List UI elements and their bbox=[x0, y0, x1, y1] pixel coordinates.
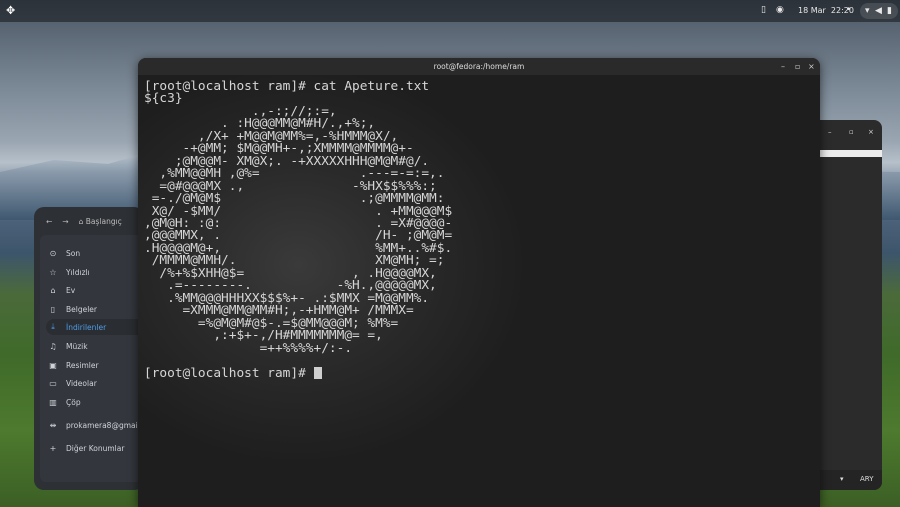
sidebar-item-label: Müzik bbox=[66, 341, 88, 351]
sidebar-item-other-locations[interactable]: + Diğer Konumlar bbox=[46, 440, 144, 456]
window-title: root@fedora:/home/ram bbox=[433, 62, 525, 71]
terminal-window[interactable]: root@fedora:/home/ram – ▫ × [root@localh… bbox=[138, 58, 820, 507]
minimize-icon[interactable]: – bbox=[781, 58, 785, 75]
cursor bbox=[313, 367, 322, 380]
terminal-body[interactable]: [root@localhost ram]# cat Apeture.txt ${c… bbox=[138, 75, 820, 507]
chevron-down-icon[interactable]: ▾ bbox=[840, 475, 844, 483]
sidebar-item-label: Belgeler bbox=[66, 304, 97, 314]
sidebar-item-online-account[interactable]: ⇹ prokamera8@gmail.c bbox=[46, 417, 144, 433]
close-icon[interactable]: × bbox=[868, 128, 874, 136]
video-icon: ▭ bbox=[49, 378, 57, 388]
prompt-line[interactable]: [root@localhost ram]# bbox=[144, 367, 452, 380]
volume-icon: ◀ bbox=[875, 6, 882, 16]
file-manager-window: ← → ⌂ Başlangıç ⊙ Son ☆ Yıldızlı ⌂ Ev ▯ Belg… bbox=[34, 207, 144, 490]
output-line: =++%%%%+/:-. bbox=[144, 340, 353, 356]
wifi-icon: ▾ bbox=[865, 6, 870, 16]
notification-dot-icon: • bbox=[846, 5, 852, 15]
battery-icon: ▮ bbox=[887, 6, 892, 16]
sidebar-item-label: Çöp bbox=[66, 397, 81, 407]
sidebar-item-label: Ev bbox=[66, 285, 76, 295]
close-icon[interactable]: × bbox=[808, 58, 815, 75]
system-menu[interactable]: ▾ ◀ ▮ bbox=[860, 3, 898, 19]
footer-label: ARY bbox=[860, 475, 874, 483]
minimize-icon[interactable]: – bbox=[828, 128, 832, 136]
plus-icon: + bbox=[49, 443, 57, 453]
command-line: [root@localhost ram]# cat Apeture.txt bbox=[144, 79, 430, 94]
sidebar-item-music[interactable]: ♫ Müzik bbox=[46, 338, 144, 354]
sidebar-item-label: İndirilenler bbox=[66, 322, 107, 332]
sidebar-item-label: Yıldızlı bbox=[66, 267, 90, 277]
prompt: [root@localhost ram]# bbox=[144, 366, 314, 382]
maximize-icon[interactable]: ▫ bbox=[795, 58, 800, 75]
trash-icon: ▥ bbox=[49, 397, 57, 407]
sidebar-item-pictures[interactable]: ▣ Resimler bbox=[46, 357, 144, 373]
star-icon: ☆ bbox=[49, 267, 57, 277]
discord-icon[interactable]: ◉ bbox=[776, 5, 784, 15]
sidebar-item-downloads[interactable]: ⤓ İndirilenler bbox=[46, 319, 144, 335]
sidebar: ⊙ Son ☆ Yıldızlı ⌂ Ev ▯ Belgeler ⤓ İndirilenl… bbox=[40, 235, 144, 482]
home-icon: ⌂ bbox=[50, 285, 56, 295]
network-icon: ⇹ bbox=[49, 420, 57, 430]
back-icon[interactable]: ← bbox=[46, 217, 52, 226]
sidebar-item-label: prokamera8@gmail.c bbox=[66, 420, 144, 430]
sidebar-item-label: Son bbox=[66, 248, 81, 258]
sidebar-item-trash[interactable]: ▥ Çöp bbox=[46, 394, 144, 410]
forward-icon[interactable]: → bbox=[62, 217, 68, 226]
sidebar-item-label: Diğer Konumlar bbox=[66, 443, 125, 453]
top-bar: ✥ ▯ ◉ 18 Mar 22:20 • ▾ ◀ ▮ bbox=[0, 0, 900, 22]
sidebar-item-starred[interactable]: ☆ Yıldızlı bbox=[46, 264, 144, 280]
sidebar-item-recent[interactable]: ⊙ Son bbox=[46, 245, 144, 261]
search-bar[interactable] bbox=[812, 150, 882, 157]
background-window: – ▫ × ▾ ARY bbox=[812, 120, 882, 490]
phone-icon[interactable]: ▯ bbox=[761, 5, 766, 15]
sidebar-item-home[interactable]: ⌂ Ev bbox=[46, 282, 144, 298]
activities-icon[interactable]: ✥ bbox=[6, 5, 18, 17]
music-icon: ♫ bbox=[49, 341, 57, 351]
download-icon: ⤓ bbox=[51, 322, 55, 331]
sidebar-item-label: Videolar bbox=[66, 378, 97, 388]
maximize-icon[interactable]: ▫ bbox=[849, 128, 854, 136]
terminal-output: [root@localhost ram]# cat Apeture.txt ${c… bbox=[144, 79, 452, 381]
image-icon: ▣ bbox=[49, 360, 57, 370]
location-breadcrumb[interactable]: ⌂ Başlangıç bbox=[79, 217, 122, 226]
terminal-titlebar[interactable]: root@fedora:/home/ram – ▫ × bbox=[138, 58, 820, 75]
sidebar-item-videos[interactable]: ▭ Videolar bbox=[46, 375, 144, 391]
document-icon: ▯ bbox=[50, 304, 56, 314]
sidebar-item-documents[interactable]: ▯ Belgeler bbox=[46, 301, 144, 317]
clock-icon: ⊙ bbox=[49, 248, 57, 258]
sidebar-item-label: Resimler bbox=[66, 360, 99, 370]
